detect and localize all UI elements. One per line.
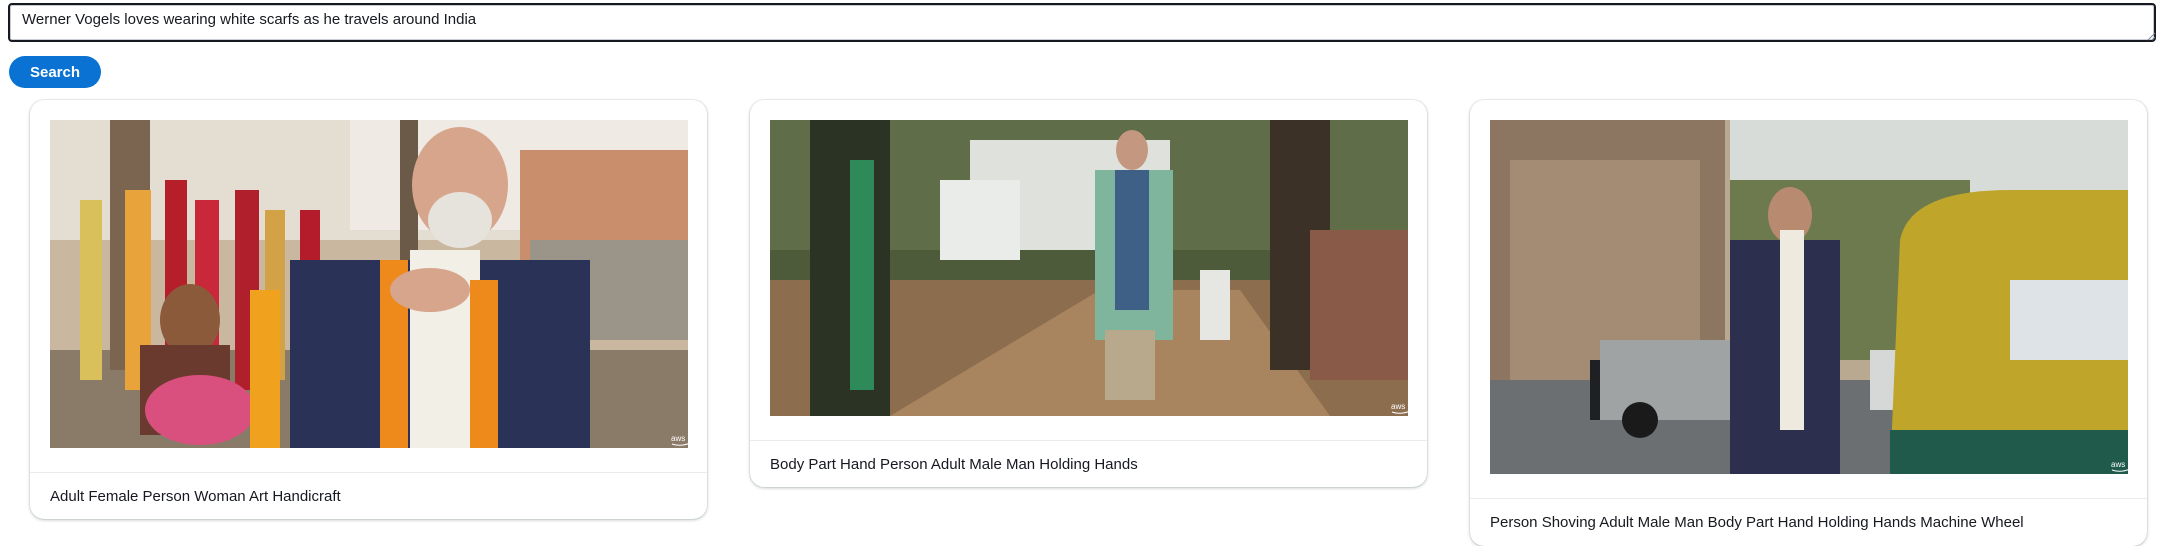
- divider: [1470, 498, 2147, 499]
- aws-logo-text: aws: [671, 434, 685, 443]
- result-caption: Adult Female Person Woman Art Handicraft: [50, 488, 341, 505]
- result-card[interactable]: aws Adult Female Person Woman Art Handic…: [30, 100, 707, 519]
- aws-logo-text: aws: [1391, 402, 1405, 411]
- result-card[interactable]: aws Body Part Hand Person Adult Male Man…: [750, 100, 1427, 487]
- result-caption: Person Shoving Adult Male Man Body Part …: [1490, 514, 2024, 531]
- result-card[interactable]: aws Person Shoving Adult Male Man Body P…: [1470, 100, 2147, 546]
- result-thumbnail-image[interactable]: [50, 120, 688, 448]
- aws-logo-text: aws: [2111, 460, 2125, 469]
- aws-logo-icon: aws: [1391, 402, 1411, 414]
- result-thumbnail-image[interactable]: [1490, 120, 2128, 474]
- search-query-input[interactable]: Werner Vogels loves wearing white scarfs…: [8, 3, 2156, 42]
- search-button[interactable]: Search: [9, 56, 101, 88]
- aws-logo-icon: aws: [671, 434, 691, 446]
- divider: [750, 440, 1427, 441]
- result-caption: Body Part Hand Person Adult Male Man Hol…: [770, 456, 1138, 473]
- divider: [30, 472, 707, 473]
- aws-logo-icon: aws: [2111, 460, 2131, 472]
- result-thumbnail-image[interactable]: [770, 120, 1408, 416]
